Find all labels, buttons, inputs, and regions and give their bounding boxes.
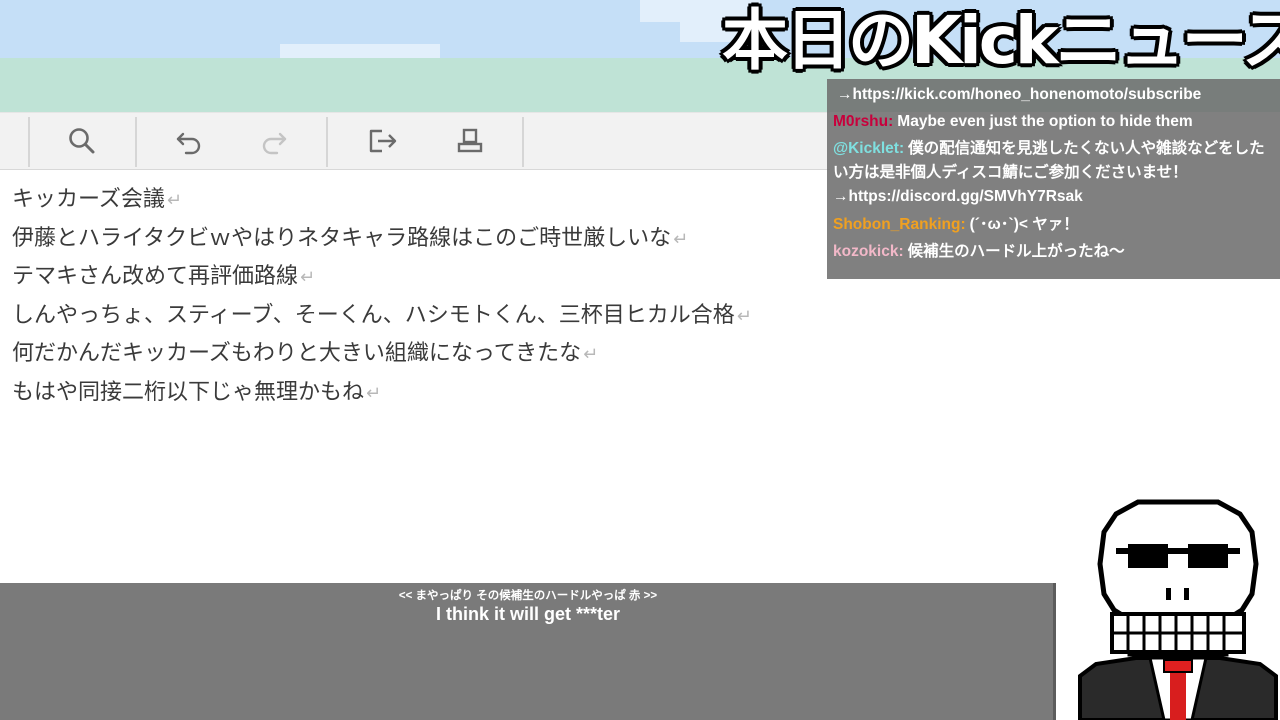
- chat-text: (´･ω･`)< ヤァ！: [969, 216, 1079, 233]
- subtitle-box: << まやっぱり その候補生のハードルやっぱ 赤 >> I think it w…: [0, 583, 1056, 720]
- return-mark: ↵: [583, 344, 599, 365]
- editor-toolbar: [0, 112, 830, 170]
- export-button[interactable]: [363, 123, 403, 159]
- editor-line[interactable]: テマキさん改めて再評価路線 ↵: [12, 258, 752, 297]
- chat-username: Shobon_Ranking:: [833, 216, 966, 233]
- chat-username: M0rshu:: [833, 113, 894, 130]
- return-mark: ↵: [736, 305, 752, 327]
- chat-text: Maybe even just the option to hide them: [897, 113, 1193, 130]
- redo-icon: [262, 132, 287, 155]
- skeleton-avatar: [1078, 499, 1278, 720]
- chat-username: @Kicklet:: [833, 140, 905, 157]
- editor-line[interactable]: 伊藤とハライタクビｗやはりネタキャラ路線はこのご時世厳しいな ↵: [12, 220, 752, 259]
- editor-line[interactable]: キッカーズ会議 ↵: [12, 181, 752, 220]
- undo-icon: [176, 132, 201, 155]
- stream-title: 本日のKickニュース: [722, 2, 1280, 79]
- chat-text: 候補生のハードル上がったね〜: [907, 243, 1125, 260]
- chat-message: M0rshu: Maybe even just the option to hid…: [833, 108, 1274, 135]
- stamp-button[interactable]: [450, 123, 490, 159]
- editor-line[interactable]: しんやっちょ、スティーブ、そーくん、ハシモトくん、三杯目ヒカル合格 ↵: [12, 297, 752, 336]
- editor-line[interactable]: もはや同接二桁以下じゃ無理かもね ↵: [12, 374, 752, 413]
- stamp-icon: [457, 128, 483, 153]
- search-icon: [69, 128, 95, 154]
- return-mark: ↵: [366, 382, 382, 404]
- chat-overlay: →https://kick.com/honeo_honenomoto/subsc…: [827, 79, 1280, 279]
- subtitle-japanese: << まやっぱり その候補生のハードルやっぱ 赤 >>: [398, 590, 658, 602]
- chat-message: Shobon_Ranking: (´･ω･`)< ヤァ！: [833, 211, 1274, 238]
- export-icon: [369, 129, 397, 153]
- search-button[interactable]: [62, 123, 102, 159]
- chat-message: →https://kick.com/honeo_honenomoto/subsc…: [833, 81, 1274, 108]
- editor-content[interactable]: キッカーズ会議 ↵ 伊藤とハライタクビｗやはりネタキャラ路線はこのご時世厳しいな ↵…: [12, 181, 752, 412]
- redo-button[interactable]: [254, 123, 294, 159]
- return-mark: ↵: [300, 267, 316, 288]
- return-mark: ↵: [673, 228, 689, 250]
- editor-line[interactable]: 何だかんだキッカーズもわりと大きい組織になってきたな ↵: [12, 335, 752, 374]
- chat-username: kozokick:: [833, 243, 904, 260]
- return-mark: ↵: [166, 190, 182, 211]
- chat-message: kozokick: 候補生のハードル上がったね〜: [833, 238, 1274, 265]
- chat-message: @Kicklet: 僕の配信通知を見逃したくない人や雑談などをしたい方は是非個人デ…: [833, 135, 1274, 211]
- undo-button[interactable]: [169, 123, 209, 159]
- chat-text: →https://kick.com/honeo_honenomoto/subsc…: [837, 86, 1202, 103]
- subtitle-english: I think it will get ***ter: [435, 604, 621, 624]
- text-editor[interactable]: キッカーズ会議 ↵ 伊藤とハライタクビｗやはりネタキャラ路線はこのご時世厳しいな ↵…: [0, 171, 830, 583]
